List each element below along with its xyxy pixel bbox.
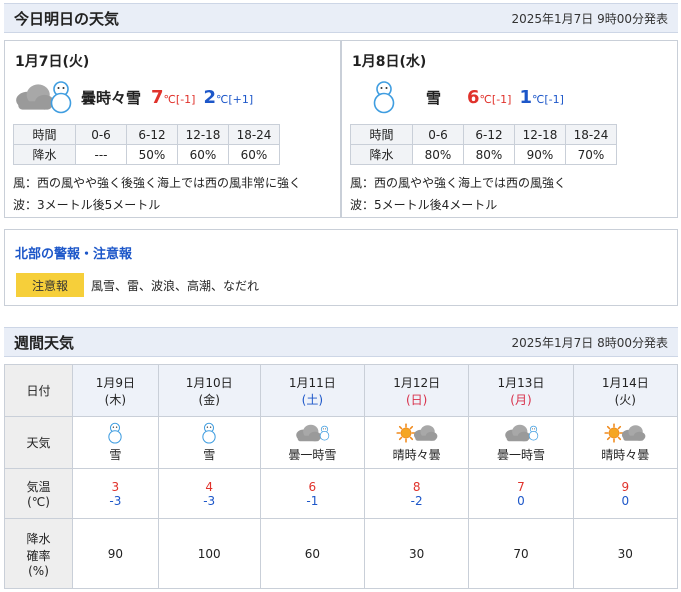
advisory-badge: 注意報 [16, 273, 84, 297]
week-day-date: 1月14日 (火) [572, 364, 679, 417]
snowman-icon [201, 422, 217, 444]
week-low: -2 [410, 493, 423, 508]
week-day-weather: 曇一時雪 [468, 416, 574, 469]
snowman-icon [319, 425, 330, 441]
week-day-rain: 100 [157, 518, 261, 589]
warning-box: 北部の警報・注意報 注意報 風雪、雷、波浪、高潮、なだれ [4, 229, 678, 306]
day-weather-row: 雪 6℃[-1] 1℃[-1] [372, 77, 564, 117]
week-low: -1 [306, 493, 319, 508]
cloud-snow-icon [261, 422, 364, 444]
week-low: -3 [203, 493, 216, 508]
cloud-icon [620, 424, 646, 442]
sun-cloud-icon [574, 422, 677, 444]
today-title: 今日明日の天気 [14, 9, 120, 28]
week-day-date: 1月12日 (日) [363, 364, 470, 417]
week-day-temp: 4 -3 [157, 468, 261, 519]
label-weather: 天気 [4, 416, 73, 469]
day-date: 1月8日(水) [352, 54, 427, 70]
week-day-weather: 晴時々曇 [572, 416, 679, 469]
today-issued-time: 2025年1月7日 9時00分発表 [511, 11, 668, 26]
week-day-rain: 30 [572, 518, 679, 589]
week-day-weather: 晴時々曇 [363, 416, 470, 469]
week-day-temp: 90 [572, 468, 679, 519]
wind-text: 風：西の風やや強く後強く海上では西の風非常に強く [13, 176, 302, 190]
snowman-icon [372, 80, 396, 114]
weekly-title: 週間天気 [14, 333, 75, 352]
wave-text: 波：5メートル後4メートル [350, 198, 498, 212]
week-high: 8 [412, 479, 421, 494]
label-date: 日付 [4, 364, 73, 417]
rain-chance-table: 時間 0-6 6-12 12-18 18-24 降水 --- 50% 60% 6… [13, 124, 280, 165]
week-day-rain: 30 [363, 518, 470, 589]
week-low: -3 [109, 493, 122, 508]
snowman-icon [49, 80, 73, 114]
week-day-weather: 雪 [72, 416, 159, 469]
cloud-snow-icon [469, 422, 572, 444]
snowman-icon [159, 422, 260, 444]
day-date: 1月7日(火) [15, 54, 90, 70]
cloud-icon [503, 424, 531, 442]
cloud-icon [412, 424, 438, 442]
week-high: 3 [111, 479, 120, 494]
label-temp: 気温 (℃) [4, 468, 73, 519]
week-day-date: 1月11日 (土) [259, 364, 366, 417]
snowman-icon [528, 425, 539, 441]
rain-chance-table: 時間 0-6 6-12 12-18 18-24 降水 80% 80% 90% 7… [350, 124, 617, 165]
day-weather-row: 曇時々雪 7℃[-1] 2℃[+1] [13, 77, 253, 117]
snowman-icon [107, 422, 123, 444]
high-temp: 6℃[-1] [467, 86, 512, 108]
sun-cloud-icon [365, 422, 468, 444]
wind-text: 風：西の風やや強く海上では西の風強く [350, 176, 567, 190]
week-high: 9 [621, 479, 630, 494]
week-high: 4 [205, 479, 214, 494]
day-weather-text: 曇時々雪 [81, 88, 142, 107]
week-day-rain: 90 [72, 518, 159, 589]
week-low: 0 [621, 493, 630, 508]
day-panel-1: 1月7日(火) 曇時々雪 7℃[-1] 2℃[+1] 時間 0-6 6-12 1… [4, 40, 341, 218]
low-temp: 2℃[+1] [203, 86, 254, 108]
snowman-icon [73, 422, 158, 444]
weekly-header: 週間天気 2025年1月7日 8時00分発表 [4, 327, 678, 357]
week-low: 0 [517, 493, 525, 508]
today-header: 今日明日の天気 2025年1月7日 9時00分発表 [4, 3, 678, 33]
week-day-date: 1月13日 (月) [468, 364, 574, 417]
week-high: 7 [517, 479, 525, 494]
cloud-icon [294, 424, 322, 442]
week-day-weather: 曇一時雪 [259, 416, 366, 469]
warning-title[interactable]: 北部の警報・注意報 [15, 243, 132, 262]
week-day-date: 1月9日 (木) [72, 364, 159, 417]
weekly-issued-time: 2025年1月7日 8時00分発表 [511, 335, 668, 350]
wave-text: 波：3メートル後5メートル [13, 198, 161, 212]
week-day-temp: 3 -3 [72, 468, 159, 519]
week-day-rain: 70 [468, 518, 574, 589]
weekly-table: 日付 1月9日 (木) 1月10日 (金) 1月11日 (土) 1月12日 (日) 1月13日(… [4, 364, 679, 589]
week-day-temp: 70 [468, 468, 574, 519]
week-day-weather: 雪 [157, 416, 261, 469]
week-day-temp: 6 -1 [259, 468, 366, 519]
day-weather-text: 雪 [426, 88, 442, 107]
week-day-date: 1月10日 (金) [157, 364, 261, 417]
low-temp: 1℃[-1] [519, 86, 564, 108]
label-rain: 降水 確率 (%) [4, 518, 73, 589]
week-high: 6 [308, 479, 317, 494]
week-day-temp: 8 -2 [363, 468, 470, 519]
day-panel-2: 1月8日(水) 雪 6℃[-1] 1℃[-1] 時間 0-6 6-12 12-1… [341, 40, 678, 218]
advisory-items: 風雪、雷、波浪、高潮、なだれ [91, 279, 260, 293]
high-temp: 7℃[-1] [151, 86, 196, 108]
week-day-rain: 60 [259, 518, 366, 589]
